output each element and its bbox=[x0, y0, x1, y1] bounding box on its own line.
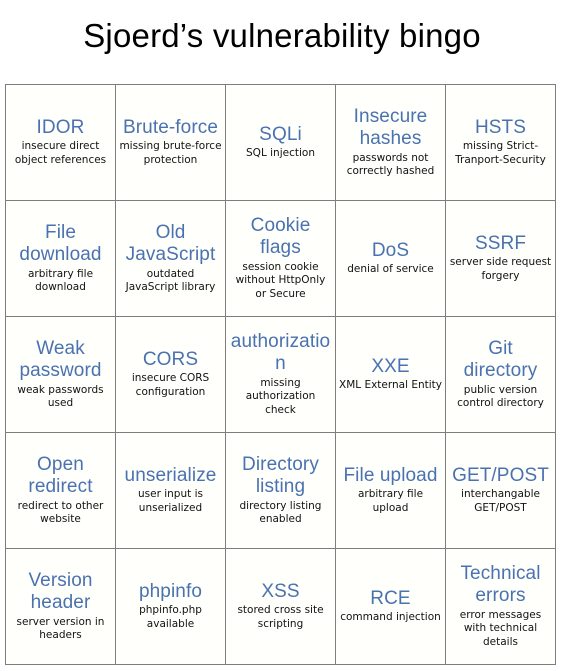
bingo-cell-description: phpinfo.php available bbox=[139, 604, 202, 631]
bingo-cell-term: XXE bbox=[371, 355, 410, 377]
bingo-cell-term: CORS bbox=[142, 348, 199, 370]
bingo-cell-term: File download bbox=[19, 221, 102, 266]
bingo-cell-description: SQL injection bbox=[246, 147, 315, 160]
bingo-cell[interactable]: phpinfo phpinfo.php available bbox=[116, 549, 226, 665]
bingo-cell-term: Technical errors bbox=[460, 562, 541, 607]
bingo-cell[interactable]: GET/POST interchangable GET/POST bbox=[446, 433, 556, 549]
bingo-cell[interactable]: CORS insecure CORS configuration bbox=[116, 317, 226, 433]
bingo-cell-description: stored cross site scripting bbox=[237, 604, 324, 631]
bingo-cell-term: Old JavaScript bbox=[125, 221, 216, 266]
bingo-grid: IDOR insecure direct object references Bru… bbox=[5, 84, 556, 665]
bingo-cell-description: missing brute-force protection bbox=[119, 140, 222, 167]
bingo-cell[interactable]: XXE XML External Entity bbox=[336, 317, 446, 433]
bingo-cell-term: DoS bbox=[371, 239, 410, 261]
bingo-cell-term: Brute-force bbox=[122, 116, 219, 138]
bingo-cell[interactable]: authorization missing authorization check bbox=[226, 317, 336, 433]
bingo-cell-description: redirect to other website bbox=[17, 499, 104, 526]
bingo-cell-description: missing authorization check bbox=[245, 376, 316, 417]
bingo-cell-description: denial of service bbox=[347, 263, 434, 276]
bingo-cell-description: insecure direct object references bbox=[14, 140, 107, 167]
bingo-cell[interactable]: Insecure hashes passwords not correctly h… bbox=[336, 85, 446, 201]
bingo-cell-term: HSTS bbox=[474, 116, 527, 138]
bingo-cell[interactable]: Weak password weak passwords used bbox=[6, 317, 116, 433]
bingo-cell-term: Cookie flags bbox=[250, 214, 311, 259]
bingo-cell-term: phpinfo bbox=[138, 580, 203, 602]
bingo-cell[interactable]: unserialize user input is unserialized bbox=[116, 433, 226, 549]
bingo-cell-term: IDOR bbox=[36, 116, 85, 138]
bingo-cell[interactable]: Open redirect redirect to other website bbox=[6, 433, 116, 549]
bingo-cell[interactable]: Cookie flags session cookie without HttpO… bbox=[226, 201, 336, 317]
bingo-cell-description: server side request forgery bbox=[449, 256, 552, 283]
bingo-cell-term: Insecure hashes bbox=[353, 105, 428, 150]
bingo-cell-term: RCE bbox=[370, 587, 411, 609]
bingo-cell-term: GET/POST bbox=[452, 464, 549, 486]
bingo-cell-description: server version in headers bbox=[16, 615, 105, 642]
bingo-cell-description: error messages with technical details bbox=[459, 608, 542, 649]
bingo-cell-description: outdated JavaScript library bbox=[125, 267, 216, 294]
bingo-cell-description: session cookie without HttpOnly or Secur… bbox=[235, 260, 326, 301]
bingo-cell-description: arbitrary file download bbox=[27, 267, 94, 294]
bingo-cell[interactable]: DoS denial of service bbox=[336, 201, 446, 317]
bingo-cell-description: insecure CORS configuration bbox=[131, 372, 210, 399]
bingo-cell-description: missing Strict-Tranport-Security bbox=[455, 140, 546, 167]
bingo-cell-term: SQLi bbox=[259, 123, 302, 145]
bingo-card-page: Sjoerd’s vulnerability bingo IDOR insecur… bbox=[0, 0, 564, 671]
bingo-cell-description: interchangable GET/POST bbox=[461, 488, 540, 515]
bingo-cell[interactable]: RCE command injection bbox=[336, 549, 446, 665]
bingo-cell[interactable]: SSRF server side request forgery bbox=[446, 201, 556, 317]
bingo-cell[interactable]: Brute-force missing brute-force protectio… bbox=[116, 85, 226, 201]
bingo-cell[interactable]: Directory listing directory listing enabl… bbox=[226, 433, 336, 549]
bingo-cell-term: XSS bbox=[261, 580, 300, 602]
bingo-cell-term: Directory listing bbox=[242, 453, 319, 498]
bingo-cell-description: weak passwords used bbox=[17, 383, 104, 410]
bingo-cell[interactable]: File download arbitrary file download bbox=[6, 201, 116, 317]
bingo-cell-description: directory listing enabled bbox=[239, 499, 322, 526]
bingo-cell-description: XML External Entity bbox=[339, 379, 442, 392]
bingo-cell-description: command injection bbox=[340, 611, 441, 624]
bingo-cell[interactable]: File upload arbitrary file upload bbox=[336, 433, 446, 549]
bingo-cell[interactable]: Git directory public version control dire… bbox=[446, 317, 556, 433]
bingo-cell-term: Git directory bbox=[463, 337, 538, 382]
bingo-cell-description: arbitrary file upload bbox=[357, 488, 424, 515]
bingo-cell[interactable]: Technical errors error messages with tech… bbox=[446, 549, 556, 665]
bingo-cell-term: unserialize bbox=[124, 464, 217, 486]
bingo-cell-term: Version header bbox=[28, 569, 93, 614]
bingo-cell-term: Open redirect bbox=[28, 453, 93, 498]
bingo-cell-term: Weak password bbox=[19, 337, 102, 382]
bingo-cell-description: user input is unserialized bbox=[138, 488, 203, 515]
bingo-cell[interactable]: HSTS missing Strict-Tranport-Security bbox=[446, 85, 556, 201]
bingo-cell-term: authorization bbox=[230, 330, 331, 375]
bingo-cell[interactable]: IDOR insecure direct object references bbox=[6, 85, 116, 201]
bingo-cell-description: passwords not correctly hashed bbox=[346, 151, 435, 178]
page-title: Sjoerd’s vulnerability bingo bbox=[83, 17, 481, 54]
bingo-cell[interactable]: SQLi SQL injection bbox=[226, 85, 336, 201]
bingo-cell-term: File upload bbox=[343, 464, 438, 486]
bingo-cell-description: public version control directory bbox=[457, 383, 544, 410]
bingo-cell[interactable]: Version header server version in headers bbox=[6, 549, 116, 665]
bingo-cell[interactable]: Old JavaScript outdated JavaScript librar… bbox=[116, 201, 226, 317]
bingo-cell-term: SSRF bbox=[474, 232, 527, 254]
bingo-cell[interactable]: XSS stored cross site scripting bbox=[226, 549, 336, 665]
